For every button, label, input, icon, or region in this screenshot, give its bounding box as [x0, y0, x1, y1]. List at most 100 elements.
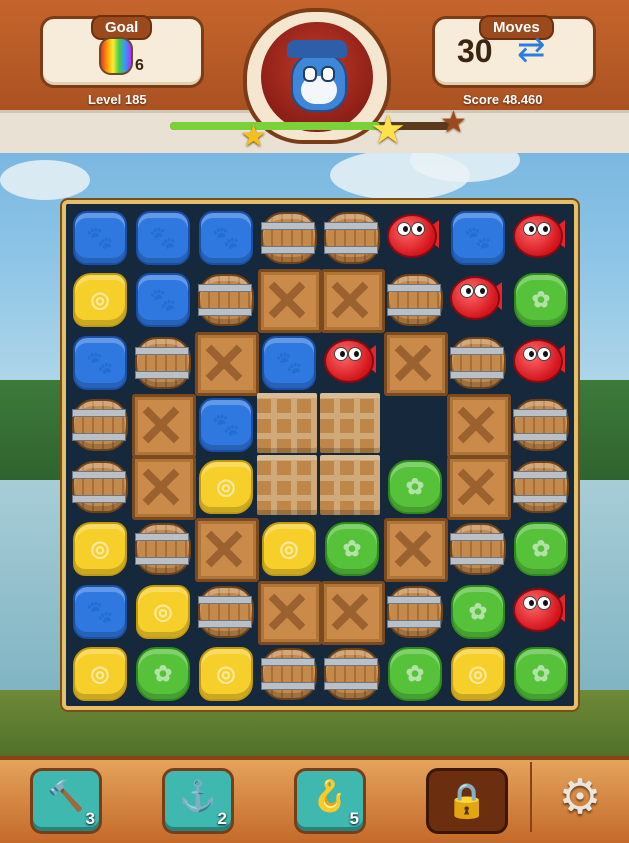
board-cell[interactable]: ◎: [257, 517, 317, 577]
board-cell[interactable]: [383, 331, 448, 396]
board-cell[interactable]: [131, 455, 196, 520]
board-cell[interactable]: [320, 580, 385, 645]
barrel-blocker: [72, 461, 128, 513]
hook-booster-button[interactable]: 🪝 5: [294, 768, 366, 834]
board-cell[interactable]: [383, 393, 443, 453]
moves-panel: Moves 30 ⇄: [432, 15, 596, 88]
blue-tile-glyph-icon: 🐾: [86, 225, 114, 250]
board-cell[interactable]: ◎: [131, 580, 191, 640]
board-cell[interactable]: ◎: [194, 642, 254, 702]
board-cell[interactable]: [320, 268, 385, 334]
board-cell[interactable]: [257, 268, 322, 334]
board-cell[interactable]: [257, 206, 317, 266]
gear-icon: ⚙: [558, 771, 602, 824]
board-cell[interactable]: [446, 455, 511, 520]
board-cell[interactable]: [383, 580, 443, 640]
board-cell[interactable]: [194, 517, 259, 583]
blue-tile: 🐾: [73, 211, 127, 265]
board-cell[interactable]: [194, 331, 259, 396]
barrel-blocker: [387, 585, 443, 638]
blue-tile-glyph-icon: 🐾: [212, 411, 240, 437]
wooden-crate-blocker: [447, 456, 511, 520]
board-cell[interactable]: ✿: [509, 642, 569, 702]
settings-button[interactable]: ⚙: [545, 768, 615, 828]
board-cell[interactable]: [194, 580, 254, 640]
locked-booster[interactable]: 🔒: [426, 768, 508, 834]
anchor-booster-button[interactable]: ⚓ 2: [162, 768, 234, 834]
wooden-crate-blocker: [258, 269, 322, 334]
board-cell[interactable]: 🐾: [68, 580, 128, 640]
board-cell[interactable]: 🐾: [257, 331, 317, 391]
green-tile: ✿: [388, 460, 442, 514]
board-cell[interactable]: [446, 268, 506, 328]
board-cell[interactable]: [446, 393, 511, 458]
barrel-blocker: [261, 212, 317, 264]
board-cell[interactable]: [257, 642, 317, 702]
board-cell[interactable]: [383, 517, 448, 583]
hammer-booster-button[interactable]: 🔨 3: [30, 768, 102, 834]
game-board: 🐾 🐾 🐾 🐾 ◎ 🐾 ✿ 🐾 🐾 🐾 ◎ ✿ ◎ ◎ ✿ ✿ 🐾 ◎ ✿ ◎ ✿ ◎ ✿ ◎ ✿: [62, 200, 578, 710]
score-progress-fill: [170, 122, 380, 130]
board-cell[interactable]: ◎: [68, 517, 128, 577]
board-cell[interactable]: [509, 580, 569, 640]
board-cell[interactable]: [257, 580, 322, 645]
wooden-crate-blocker: [321, 269, 385, 334]
barrel-blocker: [198, 585, 254, 638]
board-cell[interactable]: [194, 268, 254, 328]
board-cell[interactable]: 🐾: [68, 331, 128, 391]
board-cell[interactable]: 🐾: [68, 206, 128, 266]
board-cell[interactable]: 🐾: [446, 206, 506, 266]
board-cell[interactable]: [320, 331, 380, 391]
board-cell[interactable]: [509, 331, 569, 391]
board-cell[interactable]: [446, 517, 506, 577]
board-cell[interactable]: 🐾: [131, 206, 191, 266]
board-cell[interactable]: ✿: [509, 268, 569, 328]
board-cell[interactable]: [131, 331, 191, 391]
board-cell[interactable]: ✿: [383, 642, 443, 702]
board-cell[interactable]: [68, 455, 128, 515]
board-cell[interactable]: ◎: [194, 455, 254, 515]
board-cell[interactable]: [68, 393, 128, 453]
wooden-crate-blocker: [321, 580, 385, 645]
green-tile-glyph-icon: ✿: [342, 536, 362, 562]
board-cell[interactable]: ✿: [320, 517, 380, 577]
board-cell[interactable]: [509, 206, 569, 266]
yellow-tile: ◎: [73, 522, 127, 577]
board-cell[interactable]: [257, 392, 317, 453]
board-cell[interactable]: ✿: [131, 642, 191, 702]
board-cell[interactable]: [383, 206, 443, 266]
yellow-tile: ◎: [73, 646, 127, 701]
goal-count: 6: [135, 57, 144, 74]
board-cell[interactable]: [320, 206, 380, 266]
green-tile: ✿: [325, 522, 379, 577]
board-cell[interactable]: [131, 517, 191, 577]
green-tile: ✿: [514, 646, 568, 701]
yellow-tile: ◎: [262, 522, 316, 577]
board-cell[interactable]: ✿: [509, 517, 569, 577]
board-cell[interactable]: [320, 455, 380, 515]
board-cell[interactable]: [509, 393, 569, 453]
board-cell[interactable]: [257, 455, 317, 515]
board-cell[interactable]: 🐾: [194, 206, 254, 266]
board-cell[interactable]: 🐾: [194, 393, 254, 453]
board-cell[interactable]: [131, 393, 196, 458]
board-cell[interactable]: ◎: [68, 268, 128, 328]
board-cell[interactable]: [383, 268, 443, 328]
board-cell[interactable]: [320, 392, 380, 453]
board-cell[interactable]: 🐾: [131, 268, 191, 328]
barrel-blocker: [450, 523, 506, 576]
rope-net-blocker: [320, 455, 380, 515]
board-cell[interactable]: ✿: [383, 455, 443, 515]
star-3-icon: ★: [440, 106, 467, 139]
board-cell[interactable]: ◎: [68, 642, 128, 702]
wooden-crate-blocker: [195, 331, 259, 396]
green-tile: ✿: [451, 584, 505, 639]
board-cell[interactable]: ✿: [446, 580, 506, 640]
board-cell[interactable]: ◎: [446, 642, 506, 702]
board-cell[interactable]: [320, 642, 380, 702]
wooden-crate-blocker: [384, 518, 448, 583]
barrel-blocker: [72, 398, 128, 451]
board-cell[interactable]: [446, 331, 506, 391]
blue-tile-glyph-icon: 🐾: [149, 225, 177, 250]
board-cell[interactable]: [509, 455, 569, 515]
